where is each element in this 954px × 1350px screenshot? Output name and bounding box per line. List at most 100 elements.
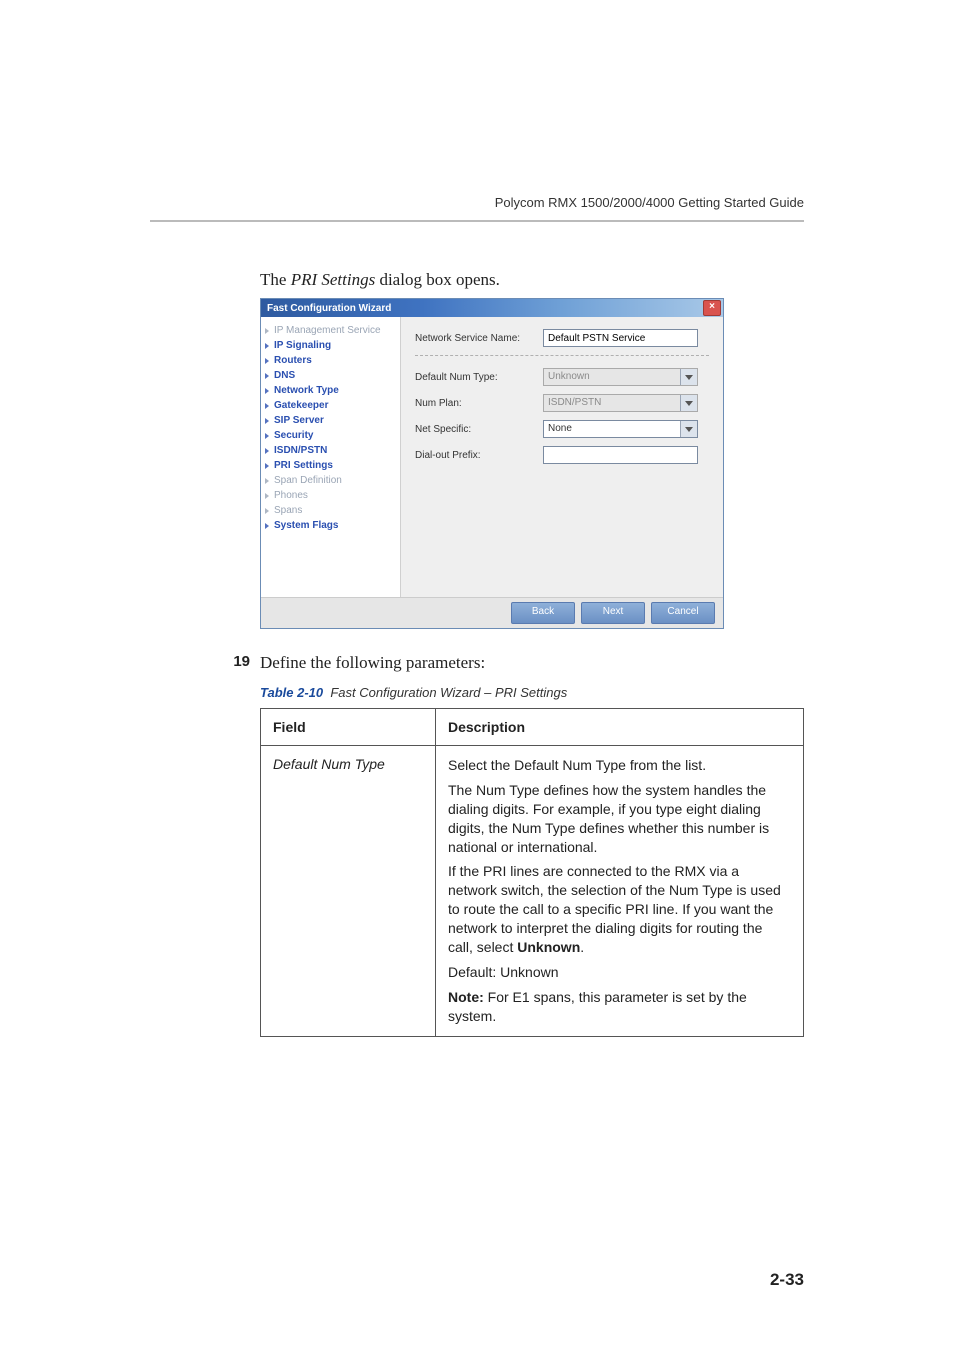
fast-config-wizard-dialog: Fast Configuration Wizard × IP Managemen…: [260, 298, 724, 629]
desc-p3a: If the PRI lines are connected to the RM…: [448, 863, 781, 955]
next-button[interactable]: Next: [581, 602, 645, 624]
desc-p5b: For E1 spans, this parameter is set by t…: [448, 989, 747, 1024]
nav-label: Network Type: [274, 385, 339, 396]
nav-label: ISDN/PSTN: [274, 445, 327, 456]
desc-p4: Default: Unknown: [448, 963, 791, 982]
form-row-net-specific: Net Specific: None: [415, 420, 709, 438]
page-number: 2-33: [770, 1270, 804, 1290]
nav-dns[interactable]: DNS: [265, 368, 396, 383]
desc-p3: If the PRI lines are connected to the RM…: [448, 862, 791, 956]
nav-label: Spans: [274, 505, 302, 516]
dial-out-prefix-label: Dial-out Prefix:: [415, 450, 535, 461]
chevron-right-icon: [265, 478, 269, 484]
table-head-field: Field: [261, 709, 436, 746]
header-rule: [150, 220, 804, 222]
nav-label: IP Signaling: [274, 340, 331, 351]
default-num-type-label: Default Num Type:: [415, 372, 535, 383]
back-button[interactable]: Back: [511, 602, 575, 624]
chevron-right-icon: [265, 403, 269, 409]
chevron-down-icon: [680, 369, 697, 385]
nav-label: PRI Settings: [274, 460, 333, 471]
field-description-default-num-type: Select the Default Num Type from the lis…: [436, 746, 804, 1037]
nav-spans[interactable]: Spans: [265, 503, 396, 518]
cancel-button[interactable]: Cancel: [651, 602, 715, 624]
form-row-network-service-name: Network Service Name:: [415, 329, 709, 347]
dialog-footer: Back Next Cancel: [261, 597, 723, 628]
step-number: 19: [220, 653, 250, 673]
network-service-name-label: Network Service Name:: [415, 333, 535, 344]
nav-isdn-pstn[interactable]: ISDN/PSTN: [265, 443, 396, 458]
nav-label: Routers: [274, 355, 312, 366]
nav-ip-signaling[interactable]: IP Signaling: [265, 338, 396, 353]
nav-gatekeeper[interactable]: Gatekeeper: [265, 398, 396, 413]
table-caption: Table 2-10 Fast Configuration Wizard – P…: [260, 685, 804, 700]
chevron-right-icon: [265, 328, 269, 334]
table-caption-text: Fast Configuration Wizard – PRI Settings: [330, 685, 567, 700]
dialog-title: Fast Configuration Wizard: [267, 303, 391, 314]
form-row-default-num-type: Default Num Type: Unknown: [415, 368, 709, 386]
nav-span-definition[interactable]: Span Definition: [265, 473, 396, 488]
chevron-right-icon: [265, 433, 269, 439]
table-caption-number: Table 2-10: [260, 685, 323, 700]
nav-ip-management-service[interactable]: IP Management Service: [265, 323, 396, 338]
step-19: 19 Define the following parameters:: [220, 653, 804, 673]
chevron-right-icon: [265, 493, 269, 499]
dial-out-prefix-input[interactable]: [543, 446, 698, 464]
nav-network-type[interactable]: Network Type: [265, 383, 396, 398]
chevron-down-icon: [680, 421, 697, 437]
desc-p2: The Num Type defines how the system hand…: [448, 781, 791, 857]
form-row-dial-out-prefix: Dial-out Prefix:: [415, 446, 709, 464]
chevron-right-icon: [265, 388, 269, 394]
nav-phones[interactable]: Phones: [265, 488, 396, 503]
table-header-row: Field Description: [261, 709, 804, 746]
dialog-client-area: IP Management Service IP Signaling Route…: [261, 317, 723, 597]
dialog-titlebar: Fast Configuration Wizard ×: [261, 299, 723, 317]
chevron-right-icon: [265, 373, 269, 379]
select-value: ISDN/PSTN: [544, 395, 680, 411]
nav-label: Span Definition: [274, 475, 342, 486]
field-name-default-num-type: Default Num Type: [261, 746, 436, 1037]
chevron-right-icon: [265, 523, 269, 529]
net-specific-label: Net Specific:: [415, 424, 535, 435]
table-row: Default Num Type Select the Default Num …: [261, 746, 804, 1037]
desc-p1: Select the Default Num Type from the lis…: [448, 756, 791, 775]
form-divider: [415, 355, 709, 356]
step-text: Define the following parameters:: [260, 653, 485, 673]
wizard-sidebar: IP Management Service IP Signaling Route…: [261, 317, 401, 597]
nav-label: DNS: [274, 370, 295, 381]
chevron-right-icon: [265, 508, 269, 514]
page: Polycom RMX 1500/2000/4000 Getting Start…: [0, 0, 954, 1350]
desc-p3-bold: Unknown: [517, 939, 580, 955]
nav-label: Phones: [274, 490, 308, 501]
chevron-right-icon: [265, 463, 269, 469]
default-num-type-select[interactable]: Unknown: [543, 368, 698, 386]
desc-p5-bold: Note:: [448, 989, 484, 1005]
close-icon[interactable]: ×: [703, 300, 721, 316]
nav-sip-server[interactable]: SIP Server: [265, 413, 396, 428]
network-service-name-input[interactable]: [543, 329, 698, 347]
nav-routers[interactable]: Routers: [265, 353, 396, 368]
page-body: The PRI Settings dialog box opens. Fast …: [260, 270, 804, 1037]
nav-label: IP Management Service: [274, 325, 381, 336]
select-value: Unknown: [544, 369, 680, 385]
nav-label: System Flags: [274, 520, 338, 531]
num-plan-label: Num Plan:: [415, 398, 535, 409]
desc-p5: Note: For E1 spans, this parameter is se…: [448, 988, 791, 1026]
wizard-form: Network Service Name: Default Num Type: …: [401, 317, 723, 597]
chevron-right-icon: [265, 358, 269, 364]
nav-security[interactable]: Security: [265, 428, 396, 443]
net-specific-select[interactable]: None: [543, 420, 698, 438]
chevron-right-icon: [265, 418, 269, 424]
chevron-right-icon: [265, 448, 269, 454]
desc-p3c: .: [580, 939, 584, 955]
nav-pri-settings[interactable]: PRI Settings: [265, 458, 396, 473]
nav-system-flags[interactable]: System Flags: [265, 518, 396, 533]
nav-label: Gatekeeper: [274, 400, 328, 411]
form-row-num-plan: Num Plan: ISDN/PSTN: [415, 394, 709, 412]
chevron-down-icon: [680, 395, 697, 411]
nav-label: Security: [274, 430, 313, 441]
lead-text-prefix: The: [260, 270, 291, 289]
num-plan-select[interactable]: ISDN/PSTN: [543, 394, 698, 412]
lead-text-suffix: dialog box opens.: [375, 270, 500, 289]
chevron-right-icon: [265, 343, 269, 349]
